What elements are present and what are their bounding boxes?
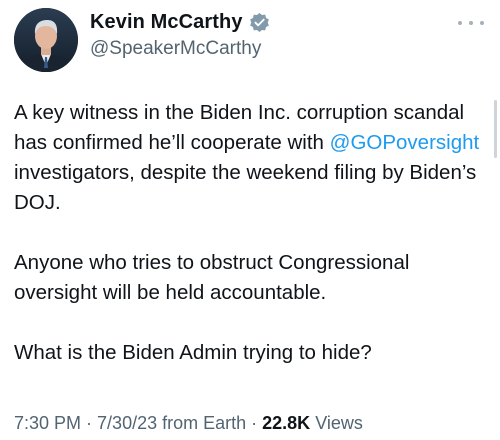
views-count: 22.8K [262, 413, 311, 433]
author-handle[interactable]: @SpeakerMcCarthy [90, 38, 261, 60]
tweet-meta: 7:30 PM · 7/30/23 from Earth · 22.8K Vie… [14, 413, 363, 434]
tweet-text-segment: investigators, despite the weekend filin… [14, 161, 477, 214]
author-name-row: Kevin McCarthy [90, 8, 270, 36]
tweet-source: from Earth [157, 413, 247, 433]
tweet-paragraph-3: What is the Biden Admin trying to hide? [14, 341, 372, 364]
mention-link[interactable]: @GOPoversight [330, 131, 480, 154]
dot-icon [480, 21, 484, 25]
separator: · [246, 413, 263, 433]
tweet-card: Kevin McCarthy @SpeakerMcCarthy A key wi… [0, 0, 500, 440]
dot-icon [458, 21, 462, 25]
verified-badge-icon [249, 12, 270, 33]
dot-icon [469, 21, 473, 25]
tweet-paragraph-2: Anyone who tries to obstruct Congression… [14, 251, 410, 304]
avatar[interactable] [14, 8, 78, 72]
tweet-text: A key witness in the Biden Inc. corrupti… [14, 98, 484, 398]
separator: · [81, 413, 98, 433]
tweet-paragraph-1: A key witness in the Biden Inc. corrupti… [14, 98, 484, 218]
tweet-date[interactable]: 7/30/23 [97, 413, 157, 433]
more-options-icon[interactable] [458, 14, 484, 32]
tweet-time[interactable]: 7:30 PM [14, 413, 81, 433]
scrollbar[interactable] [494, 100, 497, 158]
views-label: Views [310, 413, 363, 433]
author-name[interactable]: Kevin McCarthy [90, 11, 243, 34]
